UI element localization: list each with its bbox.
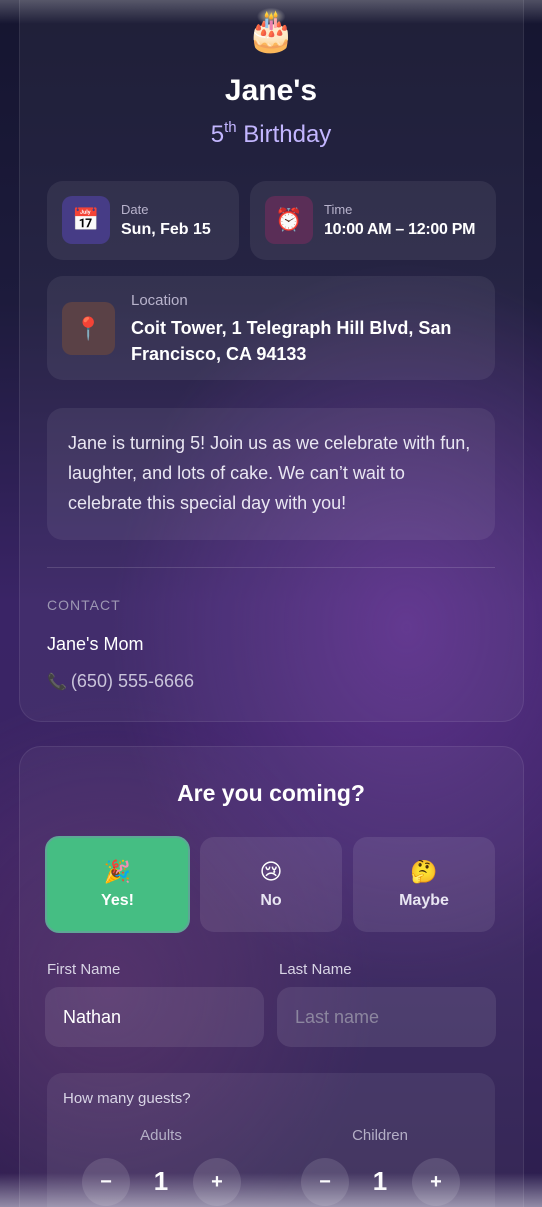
subtitle-text: Birthday: [243, 121, 332, 148]
adults-label: Adults: [140, 1127, 182, 1144]
birthday-cake-icon: 🎂: [246, 9, 296, 53]
age-suffix: th: [224, 119, 237, 136]
age-number: 5: [210, 121, 225, 148]
adults-increment-button[interactable]: +: [193, 1158, 241, 1206]
date-value: Sun, Feb 15: [121, 221, 211, 238]
pin-icon: 📍: [62, 302, 115, 355]
date-label: Date: [121, 202, 149, 217]
children-increment-button[interactable]: +: [412, 1158, 460, 1206]
contact-heading: CONTACT: [47, 597, 121, 613]
first-name-label: First Name: [47, 961, 121, 978]
guests-heading: How many guests?: [63, 1090, 191, 1107]
children-count: 1: [372, 1166, 388, 1196]
adults-count: 1: [153, 1166, 169, 1196]
event-subtitle: 5th Birthday: [0, 118, 542, 152]
rsvp-yes-button[interactable]: 🎉 Yes!: [45, 836, 190, 933]
crying-face-icon: 😢: [259, 858, 283, 884]
alarm-clock-icon: ⏰: [265, 196, 313, 244]
rsvp-maybe-label: Maybe: [399, 891, 449, 909]
rsvp-title: Are you coming?: [177, 780, 365, 806]
rsvp-no-button[interactable]: 😢 No: [200, 837, 342, 932]
location-label: Location: [131, 292, 188, 309]
contact-name: Jane's Mom: [47, 634, 144, 654]
event-message: Jane is turning 5! Join us as we celebra…: [47, 408, 495, 540]
rsvp-maybe-button[interactable]: 🤔 Maybe: [353, 837, 495, 932]
location-line-1: Coit Tower, 1 Telegraph Hill Blvd, San: [131, 318, 452, 338]
phone-icon: 📞: [47, 674, 67, 691]
first-name-input[interactable]: [45, 987, 264, 1047]
party-popper-icon: 🎉: [103, 858, 132, 884]
last-name-input[interactable]: [277, 987, 496, 1047]
calendar-icon: 📅: [62, 196, 110, 244]
thinking-face-icon: 🤔: [410, 858, 438, 884]
time-value: 10:00 AM – 12:00 PM: [324, 221, 476, 238]
phone-number[interactable]: (650) 555-6666: [71, 671, 194, 691]
last-name-label: Last Name: [279, 961, 352, 978]
location-line-2: Francisco, CA 94133: [131, 344, 307, 364]
contact-phone[interactable]: 📞 (650) 555-6666: [47, 670, 194, 694]
rsvp-no-label: No: [260, 891, 282, 909]
time-label: Time: [324, 202, 353, 217]
adults-decrement-button[interactable]: −: [82, 1158, 130, 1206]
rsvp-yes-label: Yes!: [101, 891, 134, 909]
event-title: Jane's: [224, 74, 318, 107]
divider: [47, 567, 495, 568]
children-label: Children: [352, 1127, 408, 1144]
children-decrement-button[interactable]: −: [301, 1158, 349, 1206]
